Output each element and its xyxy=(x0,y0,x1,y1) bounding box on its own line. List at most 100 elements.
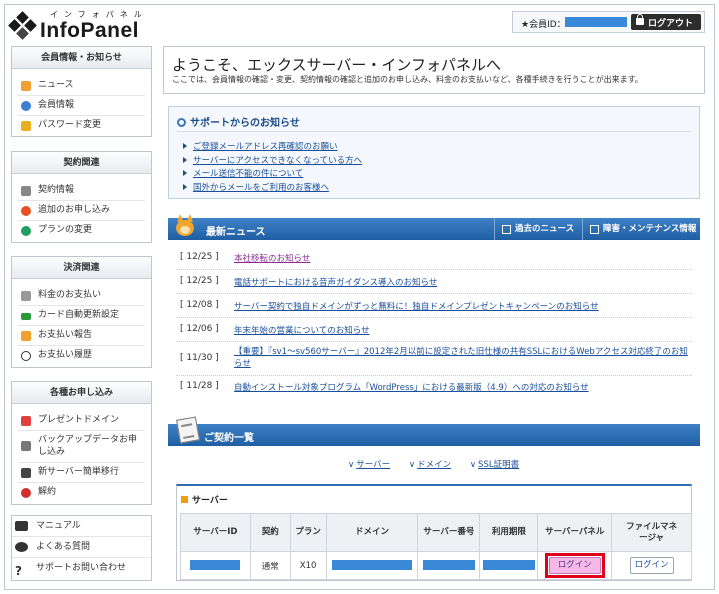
document-icon xyxy=(21,186,31,196)
report-icon xyxy=(21,331,31,341)
domain-cell xyxy=(325,551,419,580)
sidebar-item-member-info[interactable]: 会員情報 xyxy=(18,96,145,116)
sidebar-group-orders: 各種お申し込み プレゼントドメイン バックアップデータお申し込み 新サーバー簡単… xyxy=(11,381,152,505)
table-row: 通常 X10 ログイン ログイン xyxy=(180,551,692,580)
refresh-icon xyxy=(177,118,186,127)
news-link[interactable]: 電話サポートにおける音声ガイダンス導入のお知らせ xyxy=(234,276,437,288)
sidebar-item-contract-info[interactable]: 契約情報 xyxy=(18,181,145,201)
redacted-value xyxy=(482,560,535,571)
highlight-box: ログイン xyxy=(544,553,605,578)
sidebar-help: マニュアル よくある質問 ? サポートお問い合わせ xyxy=(11,515,152,581)
clock-icon xyxy=(21,351,31,361)
sidebar-item-card-auto[interactable]: カード自動更新設定 xyxy=(18,306,145,326)
anchor-ssl[interactable]: SSL証明書 xyxy=(478,460,519,470)
past-news-button[interactable]: 過去のニュース xyxy=(494,218,582,240)
server-id-cell xyxy=(180,551,251,580)
server-icon xyxy=(21,468,31,478)
file-manager-cell: ログイン xyxy=(611,551,692,580)
page-subtitle: ここでは、会員情報の確認・変更、契約情報の確認と追加のお申し込み、料金のお支払い… xyxy=(172,75,643,84)
sidebar-item-news[interactable]: ニュース xyxy=(18,76,145,96)
question-icon: ? xyxy=(15,564,22,578)
lock-icon xyxy=(636,14,644,25)
sidebar-group-title: 決済関連 xyxy=(12,257,151,279)
anchor-domain[interactable]: ドメイン xyxy=(417,460,451,470)
sidebar-item-faq[interactable]: よくある質問 xyxy=(12,537,151,558)
sidebar-group-title: 各種お申し込み xyxy=(12,382,151,404)
support-link[interactable]: ご登録メールアドレス再確認のお願い xyxy=(183,140,362,154)
server-no-cell xyxy=(417,551,481,580)
news-mascot-icon xyxy=(21,81,31,91)
user-icon xyxy=(21,101,31,111)
sidebar-item-cancel[interactable]: 解約 xyxy=(18,483,145,503)
support-link[interactable]: サーバーにアクセスできなくなっている方へ xyxy=(183,154,362,168)
sidebar-item-pay[interactable]: 料金のお支払い xyxy=(18,286,145,306)
anchor-server[interactable]: サーバー xyxy=(356,460,390,470)
col-plan: プラン xyxy=(289,513,327,552)
sidebar-item-pay-history[interactable]: お支払い履歴 xyxy=(18,346,145,366)
sidebar-group-payment: 決済関連 料金のお支払い カード自動更新設定 お支払い報告 お支払い履歴 xyxy=(11,256,152,368)
contract-anchor-links: サーバー ドメイン SSL証明書 xyxy=(348,458,535,470)
contracts-header: ご契約一覧 xyxy=(168,416,700,446)
plan-cell: X10 xyxy=(289,551,327,580)
logout-button[interactable]: ログアウト xyxy=(631,14,701,30)
gift-icon xyxy=(21,416,31,426)
sidebar-item-add-order[interactable]: 追加のお申し込み xyxy=(18,201,145,221)
book-icon xyxy=(15,521,28,531)
member-id-label: ★会員ID： xyxy=(521,20,566,30)
redacted-value xyxy=(190,560,241,571)
logo-diamonds-icon xyxy=(8,11,37,40)
sidebar-item-support[interactable]: ? サポートお問い合わせ xyxy=(12,558,151,579)
cancel-icon xyxy=(21,488,31,498)
news-link[interactable]: 【重要】『sv1～sv560サーバー』2012年2月以前に設定された旧仕様の共有… xyxy=(234,346,690,370)
news-mascot-icon xyxy=(176,214,194,236)
server-table: サーバーID 契約 プラン ドメイン サーバー番号 利用期限 サーバーパネル フ… xyxy=(180,513,692,580)
file-manager-login-button[interactable]: ログイン xyxy=(629,557,674,574)
news-item: [ 11/28 ] 自動インストール対象プログラム「WordPress」における… xyxy=(180,381,589,393)
page-title: ようこそ、エックスサーバー・インフォパネルへ xyxy=(172,56,501,74)
col-expiry: 利用期限 xyxy=(479,513,539,552)
server-panel-cell: ログイン xyxy=(537,551,613,580)
news-link[interactable]: 本社移転のお知らせ xyxy=(234,252,310,264)
sidebar-item-manual[interactable]: マニュアル xyxy=(12,516,151,537)
sidebar-group-contract: 契約関連 契約情報 追加のお申し込み プランの変更 xyxy=(11,151,152,243)
expiry-cell xyxy=(479,551,539,580)
backup-icon xyxy=(21,441,31,451)
col-domain: ドメイン xyxy=(325,513,419,552)
speech-bubble-icon xyxy=(15,542,28,552)
welcome-panel: ようこそ、エックスサーバー・インフォパネルへ ここでは、会員情報の確認・変更、契… xyxy=(163,46,705,94)
receipt-icon xyxy=(21,291,31,301)
sidebar-group-member: 会員情報・お知らせ ニュース 会員情報 パスワード変更 xyxy=(11,46,152,137)
server-panel-login-button[interactable]: ログイン xyxy=(548,557,601,574)
news-item: [ 12/06 ] 年末年始の営業についてのお知らせ xyxy=(176,318,692,342)
member-id-redacted xyxy=(565,17,627,27)
support-link[interactable]: メール送信不能の件について xyxy=(183,167,362,181)
col-server-id: サーバーID xyxy=(180,513,251,552)
redacted-value xyxy=(331,560,412,571)
col-file-manager: ファイルマネージャ xyxy=(611,513,692,552)
news-item: [ 12/08 ] サーバー契約で独自ドメインがずっと無料に！独自ドメインプレゼ… xyxy=(176,294,692,318)
sidebar-item-plan-change[interactable]: プランの変更 xyxy=(18,221,145,241)
credit-card-icon xyxy=(21,313,31,320)
news-link[interactable]: 自動インストール対象プログラム「WordPress」における最新版（4.9）への… xyxy=(234,381,589,393)
news-header: 最新ニュース 過去のニュース 障害・メンテナンス情報 xyxy=(168,214,700,240)
sidebar-item-migration[interactable]: 新サーバー簡単移行 xyxy=(18,463,145,483)
col-contract: 契約 xyxy=(249,513,291,552)
news-link[interactable]: 年末年始の営業についてのお知らせ xyxy=(234,324,370,336)
server-contracts: サーバー サーバーID 契約 プラン ドメイン サーバー番号 利用期限 サーバー… xyxy=(176,484,692,581)
news-item: [ 12/25 ] 本社移転のお知らせ xyxy=(176,246,692,270)
maintenance-info-button[interactable]: 障害・メンテナンス情報 xyxy=(582,218,700,240)
contract-cell: 通常 xyxy=(249,551,291,580)
plus-icon xyxy=(21,206,31,216)
sidebar-item-password[interactable]: パスワード変更 xyxy=(18,116,145,136)
sidebar-item-backup[interactable]: バックアップデータお申し込み xyxy=(18,431,145,463)
swap-icon xyxy=(21,226,31,236)
sidebar-item-present-domain[interactable]: プレゼントドメイン xyxy=(18,411,145,431)
server-section-title: サーバー xyxy=(181,493,228,506)
news-link[interactable]: サーバー契約で独自ドメインがずっと無料に！独自ドメインプレゼントキャンペーンのお… xyxy=(234,300,599,312)
bullet-icon xyxy=(181,496,188,503)
support-notices: サポートからのお知らせ ご登録メールアドレス再確認のお願い サーバーにアクセスで… xyxy=(168,106,700,199)
sidebar-item-pay-report[interactable]: お支払い報告 xyxy=(18,326,145,346)
news-title: 最新ニュース xyxy=(206,227,266,238)
infopanel-logo[interactable]: インフォパネル InfoPanel xyxy=(8,7,150,43)
support-link[interactable]: 国外からメールをご利用のお客様へ xyxy=(183,181,362,195)
